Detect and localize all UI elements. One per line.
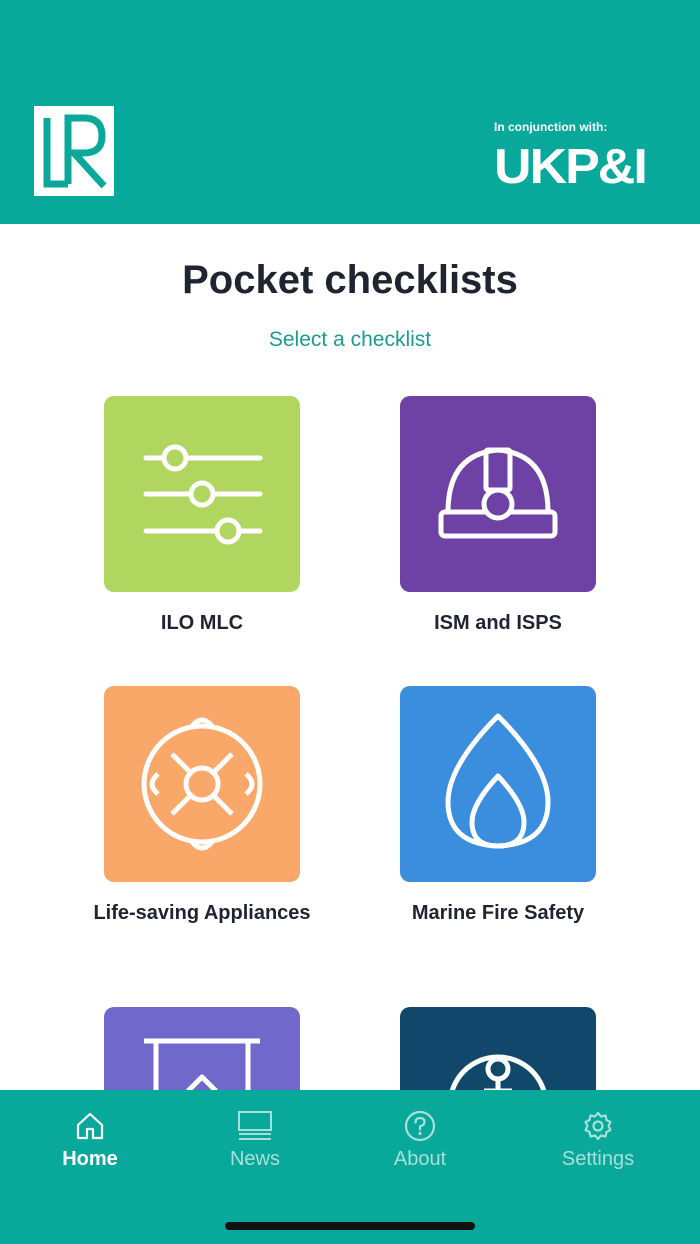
tile-label-ism-isps: ISM and ISPS — [434, 612, 562, 634]
ukpi-logo: UKP&I — [494, 139, 648, 195]
question-icon — [404, 1110, 436, 1142]
tile-label-marine-fire: Marine Fire Safety — [411, 902, 585, 924]
home-icon — [76, 1112, 104, 1140]
tab-about-label: About — [393, 1148, 447, 1170]
gear-icon — [584, 1111, 612, 1141]
tab-about[interactable]: About — [360, 1110, 480, 1180]
news-icon — [238, 1111, 272, 1140]
tab-settings[interactable]: Settings — [538, 1110, 658, 1180]
tab-news[interactable]: News — [195, 1110, 315, 1180]
page-subtitle: Select a checklist — [268, 328, 432, 351]
hard-hat-icon — [438, 447, 558, 539]
tab-news-label: News — [229, 1148, 280, 1170]
checklist-tile-ilo-mlc[interactable] — [104, 396, 300, 592]
app-header: In conjunction with: UKP&I — [0, 0, 700, 224]
checklist-tile-ism-isps[interactable] — [400, 396, 596, 592]
tile-label-ilo-mlc: ILO MLC — [160, 612, 244, 634]
bottom-tab-bar: Home News About Settings — [0, 1090, 700, 1244]
sliders-icon — [143, 444, 263, 545]
home-indicator[interactable] — [225, 1222, 475, 1230]
partner-label: In conjunction with: — [494, 120, 608, 134]
tile-label-life-saving: Life-saving Appliances — [93, 902, 311, 924]
checklist-tile-life-saving[interactable] — [104, 686, 300, 882]
checklist-tile-marine-fire[interactable] — [400, 686, 596, 882]
tab-settings-label: Settings — [561, 1148, 635, 1170]
tab-home[interactable]: Home — [30, 1110, 150, 1180]
partner-block: In conjunction with: UKP&I — [494, 120, 670, 196]
page-title: Pocket checklists — [182, 258, 518, 302]
lifebuoy-icon — [141, 717, 263, 851]
flame-icon — [445, 713, 551, 849]
lr-logo — [34, 106, 114, 196]
tab-home-label: Home — [62, 1148, 118, 1170]
